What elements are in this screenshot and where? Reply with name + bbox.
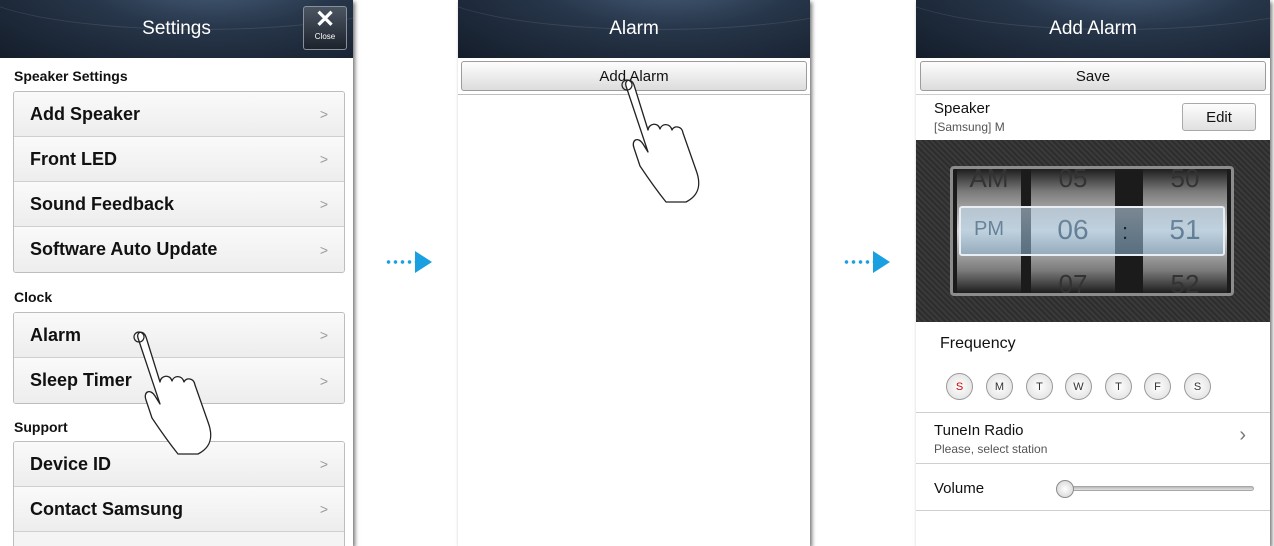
close-label: Close bbox=[314, 32, 336, 41]
title-bar-decoration bbox=[0, 0, 353, 30]
day-toggle-friday[interactable]: F bbox=[1144, 373, 1171, 400]
add-alarm-title-bar: Add Alarm bbox=[916, 0, 1270, 58]
flow-arrow-icon bbox=[843, 251, 897, 273]
ampm-above: AM bbox=[969, 169, 1009, 193]
divider bbox=[916, 510, 1270, 511]
menu-item-label: Add Speaker bbox=[30, 103, 141, 124]
menu-item-front-led[interactable]: Front LED > bbox=[14, 137, 344, 182]
menu-item-label: Software Auto Update bbox=[30, 239, 218, 259]
day-toggle-saturday[interactable]: S bbox=[1184, 373, 1211, 400]
menu-item-label: Device ID bbox=[30, 453, 112, 474]
time-picker: AM PM 05 06 07 50 51 52 : bbox=[916, 140, 1270, 322]
arrow-head bbox=[873, 251, 890, 273]
minute-below: 52 bbox=[1170, 269, 1200, 293]
menu-item-sound-feedback[interactable]: Sound Feedback > bbox=[14, 182, 344, 227]
arrow-dots bbox=[843, 260, 873, 264]
divider bbox=[916, 94, 1270, 95]
chevron-right-icon: > bbox=[319, 196, 328, 212]
volume-label: Volume bbox=[934, 480, 985, 497]
save-button[interactable]: Save bbox=[920, 61, 1266, 91]
arrow-head bbox=[415, 251, 432, 273]
section-heading-speaker-settings: Speaker Settings bbox=[14, 68, 128, 84]
add-alarm-screen: Add Alarm Save Speaker [Samsung] M Edit … bbox=[916, 0, 1270, 546]
time-separator: : bbox=[1122, 219, 1129, 244]
chevron-right-icon: > bbox=[319, 501, 328, 517]
menu-item-add-speaker[interactable]: Add Speaker > bbox=[14, 92, 344, 137]
hour-below: 07 bbox=[1058, 269, 1088, 293]
chevron-right-icon: > bbox=[319, 151, 328, 167]
divider bbox=[916, 463, 1270, 464]
day-toggle-monday[interactable]: M bbox=[986, 373, 1013, 400]
menu-item-label: Contact Samsung bbox=[30, 498, 184, 519]
speaker-label: Speaker bbox=[934, 100, 990, 117]
source-row-tunein[interactable]: TuneIn Radio Please, select station › bbox=[916, 412, 1270, 462]
alarm-title-bar: Alarm bbox=[458, 0, 810, 58]
chevron-right-icon: > bbox=[319, 372, 328, 389]
menu-item-label: Front LED bbox=[30, 148, 117, 169]
chevron-right-icon: › bbox=[1239, 424, 1246, 446]
chevron-right-icon: > bbox=[319, 327, 328, 343]
support-group: Device ID > Contact Samsung > bbox=[13, 441, 345, 546]
day-toggle-tuesday[interactable]: T bbox=[1026, 373, 1053, 400]
frequency-label: Frequency bbox=[940, 335, 1016, 352]
day-toggle-thursday[interactable]: T bbox=[1105, 373, 1132, 400]
alarm-screen: Alarm Add Alarm bbox=[458, 0, 810, 546]
tap-hand-icon bbox=[133, 331, 212, 455]
hour-above: 05 bbox=[1058, 169, 1088, 193]
section-heading-support: Support bbox=[14, 419, 68, 435]
settings-title-bar: Settings ✕ Close bbox=[0, 0, 353, 58]
menu-item-label: Alarm bbox=[30, 324, 82, 345]
speaker-settings-group: Add Speaker > Front LED > Sound Feedback… bbox=[13, 91, 345, 273]
menu-item-label: Sound Feedback bbox=[30, 193, 175, 214]
day-toggle-sunday[interactable]: S bbox=[946, 373, 973, 400]
volume-slider-track[interactable] bbox=[1056, 486, 1254, 491]
menu-item-contact-samsung[interactable]: Contact Samsung > bbox=[14, 487, 344, 532]
chevron-right-icon: > bbox=[319, 456, 328, 472]
close-icon: ✕ bbox=[314, 6, 336, 33]
selection-band bbox=[959, 206, 1225, 256]
title-bar-decoration bbox=[916, 0, 1270, 30]
chevron-right-icon: > bbox=[319, 241, 328, 258]
arrow-dots bbox=[385, 260, 415, 264]
menu-item-label: Sleep Timer bbox=[30, 370, 132, 390]
source-title: TuneIn Radio bbox=[934, 422, 1024, 439]
day-toggle-wednesday[interactable]: W bbox=[1065, 373, 1092, 400]
chevron-right-icon: > bbox=[319, 106, 328, 122]
volume-slider-handle[interactable] bbox=[1056, 480, 1074, 498]
edit-speaker-button[interactable]: Edit bbox=[1182, 103, 1256, 131]
tap-hand-icon bbox=[621, 79, 700, 203]
source-subtitle: Please, select station bbox=[934, 442, 1048, 456]
menu-item-software-auto-update[interactable]: Software Auto Update > bbox=[14, 227, 344, 272]
minute-above: 50 bbox=[1170, 169, 1200, 193]
flow-arrow-icon bbox=[385, 251, 439, 273]
close-button[interactable]: ✕ Close bbox=[303, 6, 347, 50]
title-bar-decoration bbox=[458, 0, 810, 30]
section-heading-clock: Clock bbox=[14, 289, 53, 305]
speaker-value: [Samsung] M bbox=[934, 120, 1005, 134]
time-picker-frame: AM PM 05 06 07 50 51 52 : bbox=[950, 166, 1234, 296]
settings-screen: Settings ✕ Close Speaker Settings Add Sp… bbox=[0, 0, 353, 546]
